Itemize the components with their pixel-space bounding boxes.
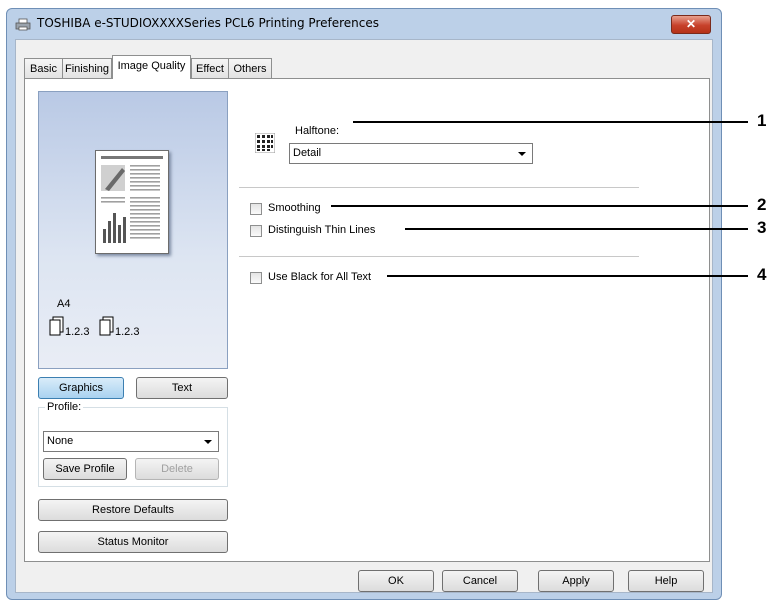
stacked-pages-icon [99,316,114,336]
text-button[interactable]: Text [136,377,228,399]
callout-number-2: 2 [757,195,767,214]
save-profile-button[interactable]: Save Profile [43,458,127,480]
distinguish-thin-lines-label[interactable]: Distinguish Thin Lines [268,224,375,236]
printer-icon [15,18,31,31]
callout-line-4 [387,275,748,277]
restore-defaults-button[interactable]: Restore Defaults [38,499,228,521]
halftone-selected-value: Detail [293,147,322,159]
separator [239,256,639,258]
ok-button[interactable]: OK [358,570,434,592]
stacked-pages-icon [49,316,64,336]
document-preview-icon [101,156,163,243]
profile-selected-value: None [47,435,74,447]
tab-effect[interactable]: Effect [191,58,229,78]
profile-select[interactable]: None [43,431,219,452]
smoothing-label[interactable]: Smoothing [268,202,321,214]
halftone-select[interactable]: Detail [289,143,533,164]
chevron-down-icon [204,440,212,444]
profile-label: Profile: [45,401,84,413]
page-preview-thumbnail [95,150,169,254]
copy-order-label-2: 1.2.3 [115,326,140,338]
distinguish-thin-lines-checkbox[interactable] [250,225,262,237]
tab-finishing[interactable]: Finishing [62,58,112,78]
preview-pane: A4 1.2.3 1.2.3 [38,91,228,369]
tab-image-quality[interactable]: Image Quality [112,55,191,79]
separator [239,187,639,189]
halftone-label: Halftone: [295,125,340,137]
image-quality-panel: A4 1.2.3 1.2.3 Graphics Text Profile: No… [24,78,710,562]
callout-number-1: 1 [757,111,767,130]
printing-preferences-window: TOSHIBA e-STUDIOXXXXSeries PCL6 Printing… [6,8,722,600]
status-monitor-button[interactable]: Status Monitor [38,531,228,553]
callout-line-2 [331,205,748,207]
use-black-text-checkbox[interactable] [250,272,262,284]
window-title: TOSHIBA e-STUDIOXXXXSeries PCL6 Printing… [37,16,380,30]
paper-size-label: A4 [57,298,71,310]
use-black-text-label[interactable]: Use Black for All Text [268,271,371,283]
close-button[interactable]: ✕ [671,15,711,34]
copy-order-label-1: 1.2.3 [65,326,90,338]
delete-profile-button[interactable]: Delete [135,458,219,480]
graphics-button[interactable]: Graphics [38,377,124,399]
apply-button[interactable]: Apply [538,570,614,592]
help-button[interactable]: Help [628,570,704,592]
chevron-down-icon [518,152,526,156]
smoothing-checkbox[interactable] [250,203,262,215]
halftone-icon [255,133,275,153]
callout-number-4: 4 [757,265,767,284]
tab-basic[interactable]: Basic [24,58,63,78]
tab-others[interactable]: Others [228,58,272,78]
callout-number-3: 3 [757,218,767,237]
callout-line-1 [353,121,748,123]
title-bar[interactable]: TOSHIBA e-STUDIOXXXXSeries PCL6 Printing… [7,9,721,39]
cancel-button[interactable]: Cancel [442,570,518,592]
callout-line-3 [405,228,748,230]
